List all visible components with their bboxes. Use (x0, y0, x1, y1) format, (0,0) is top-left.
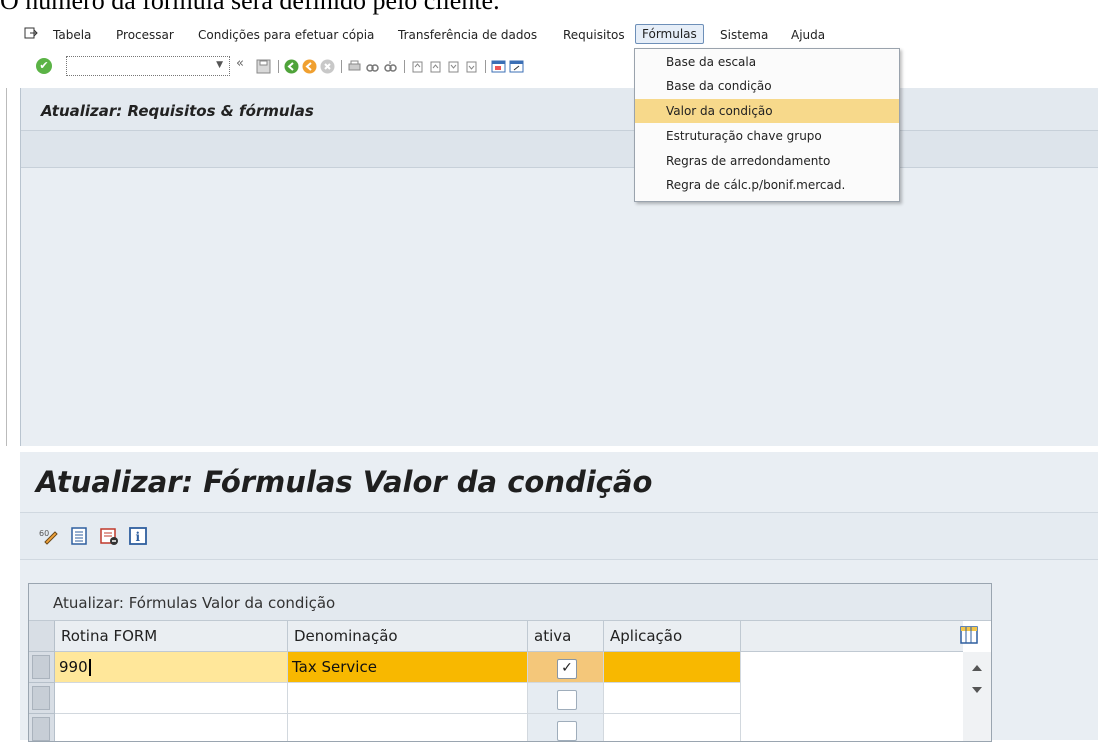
cell-rotina-form[interactable] (55, 714, 288, 741)
find-icon[interactable] (365, 59, 380, 74)
shortcut-icon[interactable] (509, 59, 524, 74)
cell-rotina-form[interactable]: 990 (59, 658, 88, 676)
menu-sistema[interactable]: Sistema (720, 28, 768, 42)
menu-item-base-escala[interactable]: Base da escala (635, 50, 899, 74)
toolbar-separator (278, 60, 279, 73)
toolbar-separator (341, 60, 342, 73)
info-icon[interactable]: i (128, 526, 148, 546)
ativa-checkbox-checked[interactable]: ✓ (557, 659, 577, 679)
column-header-aplicacao[interactable]: Aplicação (604, 621, 741, 652)
cell-denominacao[interactable] (288, 714, 528, 741)
document-top-text: O número da fórmula será definido pelo c… (0, 0, 500, 15)
vertical-scrollbar[interactable] (963, 652, 991, 741)
menu-item-regra-calc-bonif[interactable]: Regra de cálc.p/bonif.mercad. (635, 173, 899, 197)
lower-screen-title: Atualizar: Fórmulas Valor da condição (36, 465, 653, 499)
toolbar-separator (404, 60, 405, 73)
requisitos-formulas-panel: Atualizar: Requisitos & fórmulas (20, 88, 1098, 446)
text-cursor (88, 659, 91, 676)
column-header-empty (741, 621, 963, 652)
row-selector[interactable] (29, 714, 55, 741)
upper-title-bar: Atualizar: Requisitos & fórmulas (21, 88, 1098, 131)
ativa-checkbox[interactable] (557, 721, 577, 741)
last-page-icon[interactable] (464, 59, 479, 74)
scroll-down-icon[interactable] (971, 686, 983, 694)
menu-requisitos[interactable]: Requisitos (563, 28, 625, 42)
print-icon[interactable] (347, 59, 362, 74)
delete-row-icon[interactable] (99, 526, 119, 546)
table-row[interactable]: 990 (55, 652, 288, 683)
select-all-cell[interactable] (29, 621, 55, 652)
menu-item-estruturacao-chave-grupo[interactable]: Estruturação chave grupo (635, 124, 899, 148)
menu-processar[interactable]: Processar (116, 28, 174, 42)
formulas-table: Atualizar: Fórmulas Valor da condição Ro… (28, 583, 992, 742)
cell-aplicacao[interactable] (604, 652, 741, 683)
scroll-up-icon[interactable] (971, 664, 983, 672)
menu-condicoes-copia[interactable]: Condições para efetuar cópia (198, 28, 374, 42)
previous-page-icon[interactable] (428, 59, 443, 74)
menu-item-valor-condicao[interactable]: Valor da condição (635, 99, 899, 123)
cell-denominacao[interactable] (288, 683, 528, 714)
cell-aplicacao[interactable] (604, 683, 741, 714)
column-header-denominacao[interactable]: Denominação (288, 621, 528, 652)
panel-left-border (6, 88, 7, 446)
cancel-icon[interactable] (320, 59, 335, 74)
back-icon[interactable] (284, 59, 299, 74)
ativa-checkbox[interactable] (557, 690, 577, 710)
cell-rotina-form[interactable] (55, 683, 288, 714)
new-session-icon[interactable] (491, 59, 506, 74)
next-page-icon[interactable] (446, 59, 461, 74)
menu-item-base-condicao[interactable]: Base da condição (635, 74, 899, 98)
table-title: Atualizar: Fórmulas Valor da condição (53, 594, 336, 612)
row-selector[interactable] (29, 683, 55, 714)
svg-text:60: 60 (39, 529, 49, 538)
cell-aplicacao[interactable] (604, 714, 741, 741)
application-toolbar (21, 131, 1098, 168)
svg-text:i: i (136, 530, 141, 544)
exit-icon[interactable] (24, 26, 38, 40)
menu-formulas[interactable]: Fórmulas (635, 24, 704, 44)
standard-toolbar: ✔ ▼ « (0, 52, 1098, 82)
menu-tabela[interactable]: Tabela (53, 28, 91, 42)
cell-denominacao[interactable]: Tax Service (288, 652, 528, 683)
save-icon[interactable] (256, 59, 271, 74)
formulas-dropdown-menu: Base da escala Base da condição Valor da… (634, 48, 900, 202)
menu-item-regras-arredondamento[interactable]: Regras de arredondamento (635, 149, 899, 173)
lower-application-toolbar: 60 i (20, 512, 1098, 560)
menu-transferencia-dados[interactable]: Transferência de dados (398, 28, 537, 42)
table-title-bar: Atualizar: Fórmulas Valor da condição (29, 584, 991, 621)
row-selector[interactable] (29, 652, 55, 683)
exit-nav-icon[interactable] (302, 59, 317, 74)
table-settings-icon[interactable] (959, 625, 979, 645)
column-header-rotina-form[interactable]: Rotina FORM (55, 621, 288, 652)
enter-check-icon[interactable]: ✔ (36, 58, 52, 74)
find-next-icon[interactable] (383, 59, 398, 74)
menu-bar: Tabela Processar Condições para efetuar … (0, 20, 1098, 50)
column-header-ativa[interactable]: ativa (528, 621, 604, 652)
command-field[interactable]: ▼ (66, 56, 230, 76)
menu-ajuda[interactable]: Ajuda (791, 28, 825, 42)
details-icon[interactable] (69, 526, 89, 546)
upper-panel-title: Atualizar: Requisitos & fórmulas (41, 102, 314, 120)
first-page-icon[interactable] (410, 59, 425, 74)
display-change-icon[interactable]: 60 (39, 526, 59, 546)
collapse-chevron-icon[interactable]: « (236, 56, 244, 71)
dropdown-arrow-icon[interactable]: ▼ (216, 60, 223, 70)
toolbar-separator (485, 60, 486, 73)
